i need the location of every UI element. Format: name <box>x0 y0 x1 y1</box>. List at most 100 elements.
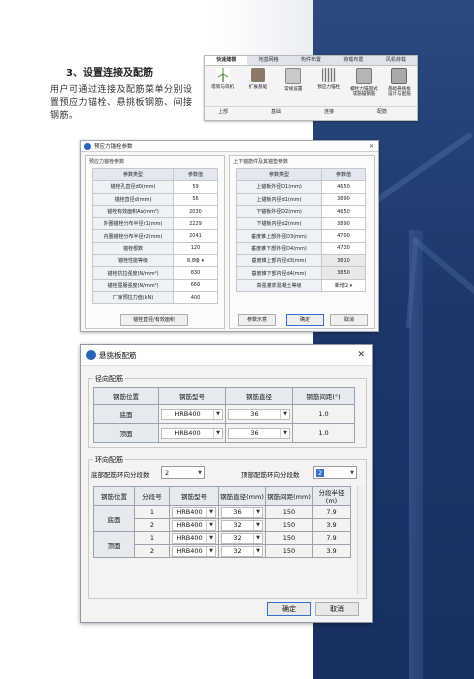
chevron-down-icon: ▾ <box>201 258 205 265</box>
rebar-dia-select[interactable]: 36 ▼ <box>228 408 290 420</box>
top-segments-select[interactable]: 2 ▼ <box>313 466 357 479</box>
ribbon-tab[interactable]: 地基网格 <box>247 56 289 65</box>
select-value: 32 <box>233 534 242 542</box>
param-value[interactable]: 400 <box>173 290 218 305</box>
param-value[interactable]: 3810 <box>321 254 366 268</box>
ribbon-tab[interactable]: 风机荷载 <box>375 56 417 65</box>
param-value[interactable]: 4650 <box>321 204 366 219</box>
rebar-type-select[interactable]: HRB400 ▼ <box>172 545 216 557</box>
close-icon[interactable]: ✕ <box>369 143 374 150</box>
ribbon-menu: 快速建模 地基网格 构件布置 荷载布置 风机荷载 塔筒与风机 扩展基础 常规设置… <box>204 55 418 121</box>
rebar-spacing-cell[interactable]: 1.0 <box>292 423 355 443</box>
bottom-segments-select[interactable]: 2 ▼ <box>161 466 205 479</box>
rebar-type-select[interactable]: HRB400 ▼ <box>161 427 223 439</box>
ribbon-button-tower[interactable]: 塔筒与风机 <box>205 68 240 106</box>
param-value[interactable]: 3890 <box>321 192 366 206</box>
segment-number: 1 <box>134 531 170 545</box>
param-value[interactable]: 56 <box>173 192 218 206</box>
param-value[interactable]: 3890 <box>321 217 366 231</box>
grout-grade-select[interactable]: 新增2 ▾ <box>321 278 366 292</box>
column-header: 钢筋间距(mm) <box>265 486 313 506</box>
slab-icon <box>391 68 408 84</box>
ribbon-button-anchor[interactable]: 预应力锚栓 <box>311 68 346 106</box>
cell-value: 7.9 <box>326 508 337 516</box>
rebar-spacing-cell[interactable]: 150 <box>265 518 313 532</box>
cell-value: 150 <box>282 521 296 529</box>
rebar-dia-select[interactable]: 36 ▼ <box>228 427 290 439</box>
param-value[interactable]: 2030 <box>173 204 218 219</box>
param-value[interactable]: 59 <box>173 180 218 194</box>
cell-value: 150 <box>282 547 296 555</box>
ring-rebar-group: 环向配筋 底部配筋环向分段数 2 ▼ 顶部配筋环向分段数 2 ▼ 钢筋位置 分段号 … <box>88 455 367 599</box>
ribbon-tab[interactable]: 构件布置 <box>290 56 332 65</box>
segment-number: 2 <box>134 544 170 558</box>
param-value[interactable]: 120 <box>173 241 218 256</box>
segment-radius-cell[interactable]: 7.9 <box>312 531 351 545</box>
column-header: 钢筋间距(°) <box>292 387 355 405</box>
chevron-down-icon: ▼ <box>253 520 262 530</box>
ribbon-button-cantilever[interactable]: 基础悬挑板 设计与配筋 <box>382 68 417 106</box>
vertical-scrollbar[interactable] <box>357 486 365 594</box>
rebar-spacing-cell[interactable]: 150 <box>265 505 313 519</box>
rebar-icon <box>355 68 372 84</box>
param-value[interactable]: 4730 <box>321 241 366 256</box>
ribbon-button-label: 塔筒与风机 <box>211 85 235 90</box>
rebar-type-select[interactable]: HRB400 ▼ <box>161 408 223 420</box>
cancel-button[interactable]: 取消 <box>315 602 359 616</box>
rebar-dia-select[interactable]: 32 ▼ <box>221 532 263 544</box>
rebar-dia-select[interactable]: 32 ▼ <box>221 545 263 557</box>
segment-number: 2 <box>134 518 170 532</box>
cell-value: 3.9 <box>326 547 337 555</box>
cell-value: 3.9 <box>326 521 337 529</box>
grade-select[interactable]: 8.8级 ▾ <box>173 254 218 268</box>
param-label: 锚栓抗拉强度(N/mm²) <box>92 266 174 280</box>
rebar-spacing-cell[interactable]: 150 <box>265 544 313 558</box>
ribbon-tab[interactable]: 荷载布置 <box>332 56 374 65</box>
params-diagram-button[interactable]: 参数示意 <box>238 314 276 326</box>
param-value[interactable]: 830 <box>173 266 218 280</box>
param-value[interactable]: 4700 <box>321 229 366 243</box>
anchor-bolt-dialog: 预应力锚栓参数 ✕ 预应力锚栓参数 参数类型 参数值 锚栓孔直径d0(mm) 59 … <box>80 140 379 332</box>
cell-value: 7.9 <box>326 534 337 542</box>
section-heading: 3、设置连接及配筋 <box>66 68 153 79</box>
panel-title: 上下锚筋件及其锚垫参数 <box>233 159 289 165</box>
dialog-titlebar: 悬挑板配筋 ✕ <box>81 345 372 366</box>
ok-button[interactable]: 确定 <box>286 314 324 326</box>
foundation-icon <box>250 68 265 82</box>
param-value[interactable]: 3850 <box>321 266 366 280</box>
column-header: 参数类型 <box>92 167 174 182</box>
rebar-spacing-cell[interactable]: 150 <box>265 531 313 545</box>
cell-value: 1.0 <box>318 410 329 418</box>
param-value[interactable]: 660 <box>173 278 218 292</box>
rebar-dia-select[interactable]: 32 ▼ <box>221 519 263 531</box>
cancel-button[interactable]: 取消 <box>330 314 368 326</box>
segment-radius-cell[interactable]: 3.9 <box>312 544 351 558</box>
ribbon-button-foundation[interactable]: 扩展基础 <box>240 68 275 106</box>
grout-grade-value: 新增2 <box>334 282 349 289</box>
column-header: 钢筋位置 <box>93 486 135 506</box>
param-value[interactable]: 4650 <box>321 180 366 194</box>
rebar-type-select[interactable]: HRB400 ▼ <box>172 506 216 518</box>
segment-radius-cell[interactable]: 7.9 <box>312 505 351 519</box>
left-params-panel: 预应力锚栓参数 参数类型 参数值 锚栓孔直径d0(mm) 59 锚栓直径d(mm) 5… <box>85 155 225 329</box>
column-header: 参数值 <box>321 167 366 182</box>
ribbon-button-label: 常规设置 <box>284 87 303 92</box>
ribbon-button-bolt-rebar[interactable]: 螺栓力锚固式 或筋锚钢筋 <box>346 68 381 106</box>
ribbon-tab[interactable]: 快速建模 <box>205 56 248 65</box>
ok-button[interactable]: 确定 <box>267 602 311 616</box>
ribbon-button-settings[interactable]: 常规设置 <box>276 68 311 106</box>
dialog-title: 悬挑板配筋 <box>99 350 137 360</box>
chevron-down-icon: ▼ <box>253 546 262 556</box>
rebar-type-select[interactable]: HRB400 ▼ <box>172 532 216 544</box>
param-value[interactable]: 2041 <box>173 229 218 243</box>
rebar-spacing-cell[interactable]: 1.0 <box>292 404 355 424</box>
chevron-down-icon: ▼ <box>280 428 289 438</box>
param-value[interactable]: 2229 <box>173 217 218 231</box>
close-icon[interactable]: ✕ <box>357 350 365 360</box>
rebar-type-select[interactable]: HRB400 ▼ <box>172 519 216 531</box>
rebar-dia-select[interactable]: 36 ▼ <box>221 506 263 518</box>
column-header: 钢筋型号 <box>158 387 226 405</box>
anchor-bolt-icon <box>321 68 336 82</box>
bolt-area-button[interactable]: 锚栓直径/有效面积 <box>120 314 188 326</box>
segment-radius-cell[interactable]: 3.9 <box>312 518 351 532</box>
